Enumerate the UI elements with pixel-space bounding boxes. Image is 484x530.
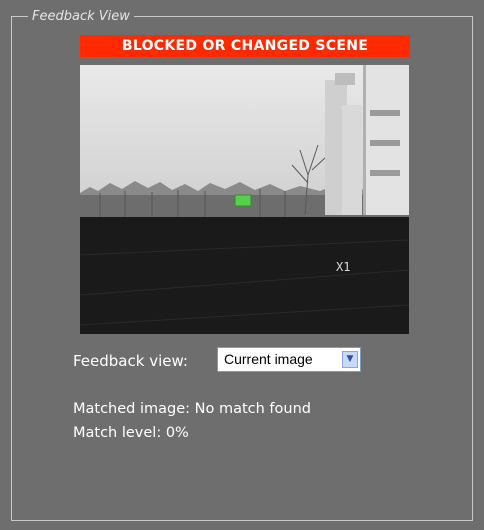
- fieldset-legend: Feedback View: [28, 9, 134, 25]
- camera-overlay-label: X1: [336, 260, 350, 274]
- camera-feedback-image: X1: [80, 65, 409, 334]
- match-level-label: Match level:: [73, 425, 162, 441]
- feedback-view-select[interactable]: Current image ▼: [217, 347, 361, 372]
- status-banner: BLOCKED OR CHANGED SCENE: [80, 35, 410, 57]
- chevron-down-icon[interactable]: ▼: [342, 351, 358, 368]
- matched-image-row: Matched image: No match found: [73, 401, 311, 417]
- matched-image-value: No match found: [194, 401, 311, 417]
- feedback-view-label: Feedback view:: [73, 352, 188, 370]
- match-level-row: Match level: 0%: [73, 425, 189, 441]
- match-level-value: 0%: [165, 425, 189, 441]
- feedback-view-panel: Feedback View BLOCKED OR CHANGED SCENE X…: [0, 0, 484, 530]
- feedback-view-selected-value: Current image: [224, 351, 313, 367]
- matched-image-label: Matched image:: [73, 401, 191, 417]
